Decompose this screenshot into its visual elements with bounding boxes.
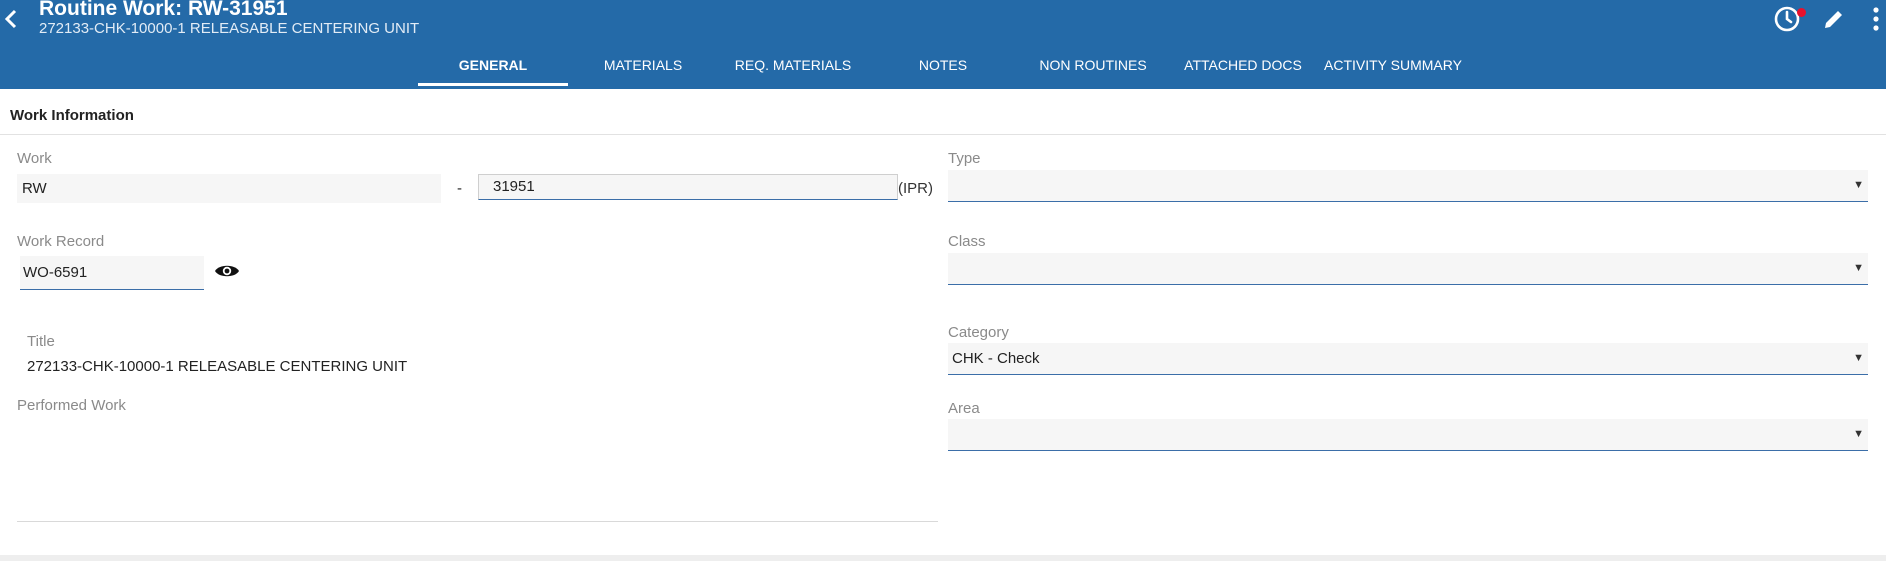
work-record-label: Work Record (17, 233, 105, 250)
type-select[interactable]: ▼ (948, 170, 1868, 202)
back-arrow-icon (4, 9, 17, 29)
category-select[interactable]: CHK - Check ▼ (948, 343, 1868, 375)
edit-pencil-icon (1825, 11, 1842, 28)
work-prefix-field[interactable]: RW (17, 174, 441, 203)
bottom-strip (0, 555, 1886, 561)
history-button[interactable] (1772, 4, 1806, 34)
tab-bar: GENERAL MATERIALS REQ. MATERIALS NOTES N… (0, 52, 1886, 89)
type-label: Type (948, 150, 981, 167)
tab-attached-docs[interactable]: ATTACHED DOCS (1168, 52, 1318, 89)
view-work-record-button[interactable] (214, 262, 242, 282)
performed-work-textarea[interactable] (17, 420, 938, 518)
work-number-field[interactable]: 31951 (478, 174, 898, 200)
notification-dot (1797, 8, 1806, 17)
page-subtitle: 272133-CHK-10000-1 RELEASABLE CENTERING … (39, 20, 420, 37)
section-title: Work Information (10, 107, 134, 124)
more-options-button[interactable] (1868, 4, 1884, 34)
tab-materials[interactable]: MATERIALS (568, 52, 718, 89)
class-label: Class (948, 233, 986, 250)
back-button[interactable] (0, 4, 22, 34)
eye-icon (215, 265, 239, 277)
more-vertical-icon (1873, 7, 1879, 31)
area-select[interactable]: ▼ (948, 419, 1868, 451)
work-record-field[interactable]: WO-6591 (20, 256, 204, 290)
active-tab-indicator (418, 83, 568, 86)
tab-notes[interactable]: NOTES (868, 52, 1018, 89)
tab-non-routines[interactable]: NON ROUTINES (1018, 52, 1168, 89)
section-header: Work Information (0, 97, 1886, 135)
work-label: Work (17, 150, 52, 167)
area-caret-icon: ▼ (1853, 428, 1864, 440)
tab-req-materials[interactable]: REQ. MATERIALS (718, 52, 868, 89)
performed-work-label: Performed Work (17, 397, 126, 414)
class-caret-icon: ▼ (1853, 262, 1864, 274)
page-title: Routine Work: RW-31951 (39, 0, 288, 20)
area-label: Area (948, 400, 980, 417)
performed-work-underline (17, 521, 938, 522)
edit-button[interactable] (1820, 4, 1848, 34)
type-caret-icon: ▼ (1853, 179, 1864, 191)
work-suffix: (IPR) (898, 180, 933, 197)
category-label: Category (948, 324, 1009, 341)
work-separator: - (457, 180, 462, 197)
class-select[interactable]: ▼ (948, 253, 1868, 285)
category-caret-icon: ▼ (1853, 352, 1864, 364)
title-label: Title (27, 333, 55, 350)
title-value: 272133-CHK-10000-1 RELEASABLE CENTERING … (27, 358, 408, 375)
app-header: Routine Work: RW-31951 272133-CHK-10000-… (0, 0, 1886, 89)
tab-activity-summary[interactable]: ACTIVITY SUMMARY (1318, 52, 1468, 89)
category-select-value: CHK - Check (952, 350, 1040, 367)
